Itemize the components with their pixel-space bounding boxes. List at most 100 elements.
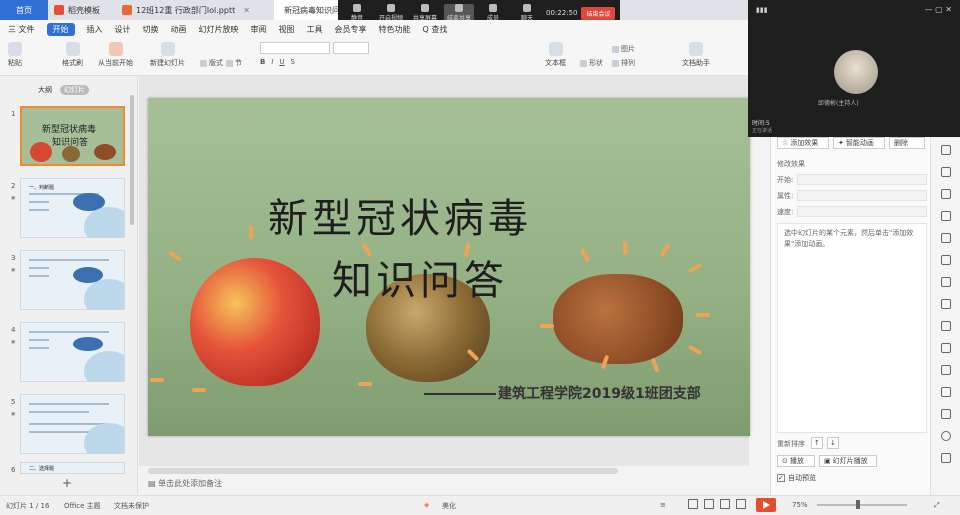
magic-icon[interactable] xyxy=(941,189,951,199)
tab-home[interactable]: 首页 xyxy=(0,0,48,20)
text-line xyxy=(29,347,49,349)
layout-button[interactable]: 版式 xyxy=(200,58,223,68)
menu-tools[interactable]: 工具 xyxy=(307,24,323,35)
smart-animation-button[interactable]: ✦ 智能动画 xyxy=(833,137,885,149)
move-up-button[interactable]: ↑ xyxy=(811,437,823,449)
volume-icon[interactable] xyxy=(941,365,951,375)
slide-title-line1[interactable]: 新型冠状病毒 xyxy=(268,186,532,244)
slide-thumb-5[interactable] xyxy=(20,394,125,454)
participant-avatar xyxy=(834,50,878,94)
grid-icon[interactable] xyxy=(941,211,951,221)
slideshow-play-button[interactable] xyxy=(756,498,776,512)
paste-button[interactable]: 粘贴 xyxy=(8,42,22,68)
italic-icon[interactable]: I xyxy=(271,58,273,66)
star-icon: ☆ xyxy=(782,139,789,147)
animation-icon[interactable] xyxy=(941,145,951,155)
menu-transition[interactable]: 切换 xyxy=(143,24,159,35)
text-box-button[interactable]: 文本框 xyxy=(545,42,566,68)
section-button[interactable]: 节 xyxy=(226,58,242,68)
zoom-level[interactable]: 75% xyxy=(792,501,808,509)
document-icon[interactable] xyxy=(941,277,951,287)
download-icon[interactable] xyxy=(941,409,951,419)
start-label: 开始: xyxy=(777,176,794,184)
menu-design[interactable]: 设计 xyxy=(115,24,131,35)
play-from-current-button[interactable]: 从当前开始 xyxy=(98,42,133,68)
zoom-slider-handle[interactable] xyxy=(856,500,860,509)
menu-review[interactable]: 审阅 xyxy=(251,24,267,35)
notes-area[interactable]: ▤ 单击此处添加备注 xyxy=(148,478,222,489)
slide-panel-scrollbar[interactable] xyxy=(130,95,134,225)
speed-select[interactable] xyxy=(797,206,927,217)
image-icon[interactable] xyxy=(941,343,951,353)
arrange-button[interactable]: 排列 xyxy=(612,58,635,68)
tab-docer[interactable]: 稻壳模板 xyxy=(48,0,116,20)
wave-decoration xyxy=(84,351,124,381)
chart-icon[interactable] xyxy=(941,233,951,243)
section-icon xyxy=(226,59,233,67)
add-slide-button[interactable]: + xyxy=(62,476,72,490)
menu-insert[interactable]: 插入 xyxy=(87,24,103,35)
cube-icon[interactable] xyxy=(941,453,951,463)
menu-slideshow[interactable]: 幻灯片放映 xyxy=(199,24,239,35)
slide-thumb-4[interactable] xyxy=(20,322,125,382)
tab-slides[interactable]: 幻灯片 xyxy=(60,85,89,95)
slide-title-line2[interactable]: 知识问答 xyxy=(332,248,508,306)
slide-thumb-3[interactable] xyxy=(20,250,125,310)
property-select[interactable] xyxy=(797,190,927,201)
start-select[interactable] xyxy=(797,174,927,185)
slideshow-button[interactable]: ▣ 幻灯片播放 xyxy=(819,455,877,467)
move-down-button[interactable]: ↓ xyxy=(827,437,839,449)
slide-thumb-6[interactable]: 二、选择题 xyxy=(20,462,125,474)
menu-animation[interactable]: 动画 xyxy=(171,24,187,35)
font-size-combo[interactable] xyxy=(333,42,369,54)
location-icon[interactable] xyxy=(941,167,951,177)
help-icon[interactable] xyxy=(941,431,951,441)
fit-window-icon[interactable]: ⤢ xyxy=(934,501,940,510)
text-line xyxy=(29,259,109,261)
canvas-horizontal-scrollbar[interactable] xyxy=(148,468,618,474)
effect-list[interactable]: 选中幻灯片的某个元素，然后单击"添加效果"添加动画。 xyxy=(777,223,927,433)
format-painter-button[interactable]: 格式刷 xyxy=(62,42,83,68)
play-button[interactable]: ⊙ 播放 xyxy=(777,455,815,467)
menu-member[interactable]: 会员专享 xyxy=(335,24,367,35)
beautify-button[interactable]: 美化 xyxy=(442,501,456,511)
end-meeting-button[interactable]: 结束会议 xyxy=(581,6,616,20)
document-protection-status[interactable]: 文档未保护 xyxy=(114,501,149,511)
transition-icon[interactable] xyxy=(941,321,951,331)
bold-icon[interactable]: B xyxy=(260,58,265,66)
reading-view-button[interactable] xyxy=(720,499,730,509)
normal-view-button[interactable] xyxy=(688,499,698,509)
slide-thumb-2[interactable]: 一、判断题 xyxy=(20,178,125,238)
layout-icon[interactable] xyxy=(941,255,951,265)
tab-doc2[interactable]: 新冠病毒知识问答 xyxy=(274,0,338,20)
menu-features[interactable]: 特色功能 xyxy=(379,24,411,35)
doc-assistant-button[interactable]: 文档助手 xyxy=(682,42,710,68)
close-icon[interactable]: ✕ xyxy=(243,6,250,15)
slide-thumb-1[interactable]: 新型冠状病毒 知识问答 xyxy=(20,106,125,166)
outline-view-button[interactable] xyxy=(736,499,746,509)
slide-sorter-button[interactable] xyxy=(704,499,714,509)
delete-effect-button[interactable]: 删除 xyxy=(889,137,925,149)
menu-search[interactable]: Q 查找 xyxy=(423,24,448,35)
tab-outline[interactable]: 大纲 xyxy=(38,85,52,95)
tab-doc1[interactable]: 12班12重 行政部门lol.pptt ✕ xyxy=(116,0,274,20)
zoom-slider[interactable] xyxy=(817,504,907,506)
menu-file[interactable]: 三 文件 xyxy=(8,24,35,35)
slide-subtitle[interactable]: 建筑工程学院2019级1班团支部 xyxy=(424,383,701,403)
menu-home[interactable]: 开始 xyxy=(46,22,75,36)
add-effect-button[interactable]: ☆ 添加效果 xyxy=(777,137,829,149)
window-controls[interactable]: — ▢ ✕ xyxy=(925,5,952,14)
shapes-button[interactable]: 形状 xyxy=(580,58,603,68)
strike-icon[interactable]: S xyxy=(291,58,295,66)
share-icon[interactable] xyxy=(941,299,951,309)
underline-icon[interactable]: U xyxy=(279,58,284,66)
window-icon[interactable] xyxy=(941,387,951,397)
current-slide[interactable]: 新型冠状病毒 知识问答 建筑工程学院2019级1班团支部 xyxy=(148,98,750,436)
font-name-combo[interactable] xyxy=(260,42,330,54)
notes-toggle-icon[interactable]: ≡ xyxy=(660,501,666,509)
menu-view[interactable]: 视图 xyxy=(279,24,295,35)
autopreview-checkbox[interactable]: ✓ 自动预览 xyxy=(777,473,816,483)
new-slide-label: 新建幻灯片 xyxy=(150,59,185,67)
image-button[interactable]: 图片 xyxy=(612,44,635,54)
new-slide-button[interactable]: 新建幻灯片 xyxy=(150,42,185,68)
